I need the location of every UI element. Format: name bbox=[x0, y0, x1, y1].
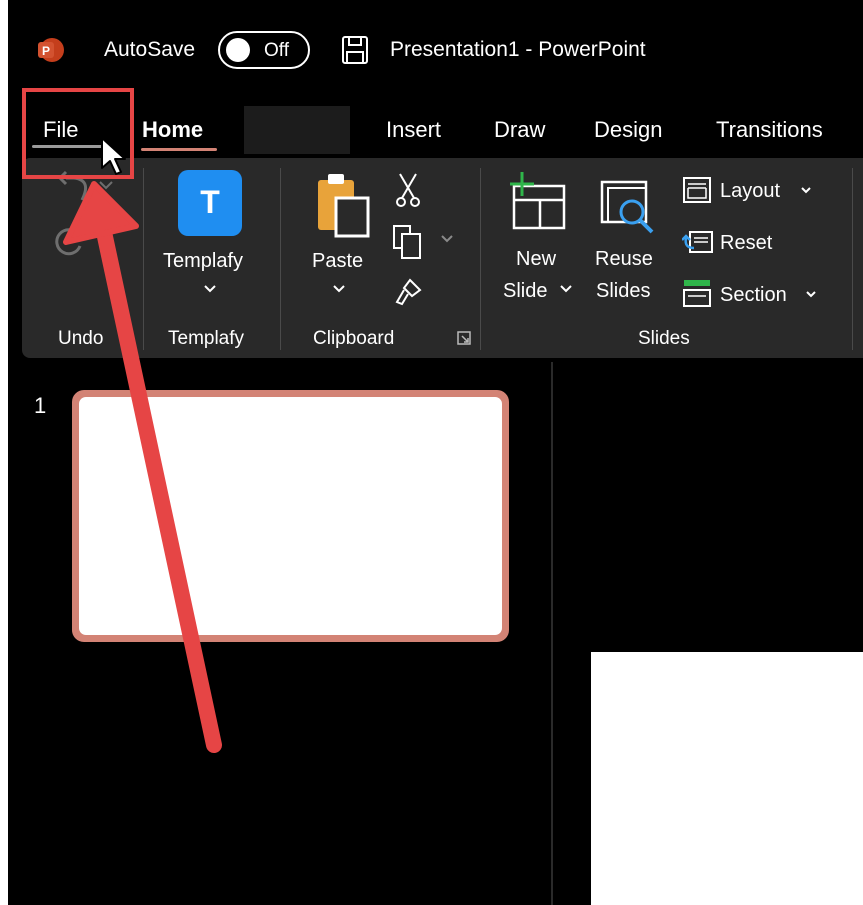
reset-icon[interactable] bbox=[682, 228, 714, 256]
panel-divider[interactable] bbox=[551, 362, 553, 905]
slide-thumbnail-canvas bbox=[79, 397, 502, 635]
dialog-launcher-icon[interactable] bbox=[456, 330, 472, 346]
ribbon-separator bbox=[143, 168, 144, 350]
tab-home[interactable]: Home bbox=[142, 117, 203, 143]
ribbon-separator bbox=[480, 168, 481, 350]
autosave-toggle[interactable]: Off bbox=[218, 31, 310, 69]
group-label-slides: Slides bbox=[638, 328, 690, 349]
copy-icon[interactable] bbox=[392, 222, 456, 262]
tab-insert[interactable]: Insert bbox=[386, 117, 441, 143]
powerpoint-window: P AutoSave Off Presentation1 - PowerPoin… bbox=[8, 0, 863, 905]
new-slide-label-2[interactable]: Slide bbox=[503, 280, 547, 303]
chevron-down-icon[interactable] bbox=[800, 186, 812, 196]
svg-text:P: P bbox=[42, 44, 50, 58]
mouse-cursor-icon bbox=[101, 137, 126, 175]
title-bar: P AutoSave Off Presentation1 - PowerPoin… bbox=[8, 0, 863, 98]
slide-number: 1 bbox=[34, 393, 47, 418]
ribbon-separator bbox=[280, 168, 281, 350]
format-painter-icon[interactable] bbox=[394, 276, 424, 306]
templafy-icon[interactable]: T bbox=[178, 170, 242, 236]
templafy-icon-letter: T bbox=[200, 184, 220, 220]
autosave-state: Off bbox=[264, 40, 289, 61]
cut-icon[interactable] bbox=[394, 172, 422, 208]
layout-button-label[interactable]: Layout bbox=[720, 180, 780, 203]
powerpoint-logo-icon: P bbox=[38, 38, 64, 62]
chevron-down-icon[interactable] bbox=[332, 284, 346, 294]
document-title: Presentation1 - PowerPoint bbox=[390, 38, 646, 61]
chevron-down-icon[interactable] bbox=[559, 284, 573, 294]
new-slide-icon[interactable] bbox=[506, 170, 570, 234]
group-label-templafy: Templafy bbox=[168, 328, 245, 349]
layout-icon[interactable] bbox=[682, 176, 712, 204]
redacted-tab bbox=[244, 106, 350, 154]
ribbon-separator bbox=[852, 168, 853, 350]
section-button-label[interactable]: Section bbox=[720, 284, 787, 307]
slide-editing-canvas[interactable] bbox=[591, 652, 863, 905]
templafy-button-label[interactable]: Templafy bbox=[163, 250, 243, 273]
new-slide-label-1[interactable]: New bbox=[516, 248, 556, 271]
slide-thumbnail[interactable] bbox=[72, 390, 509, 642]
autosave-label: AutoSave bbox=[104, 38, 196, 61]
tab-transitions[interactable]: Transitions bbox=[716, 117, 823, 143]
redo-icon[interactable] bbox=[50, 220, 90, 260]
save-icon[interactable] bbox=[341, 35, 369, 65]
reset-button-label[interactable]: Reset bbox=[720, 232, 772, 255]
toggle-knob bbox=[226, 38, 250, 62]
chevron-down-icon[interactable] bbox=[203, 284, 217, 294]
group-label-undo: Undo bbox=[58, 328, 104, 349]
tab-design[interactable]: Design bbox=[594, 117, 662, 143]
paste-button-label[interactable]: Paste bbox=[312, 250, 363, 273]
reuse-slides-label-1[interactable]: Reuse bbox=[595, 248, 653, 271]
group-label-clipboard: Clipboard bbox=[313, 328, 395, 349]
reuse-slides-label-2[interactable]: Slides bbox=[596, 280, 650, 303]
reuse-slides-icon[interactable] bbox=[598, 176, 662, 240]
section-icon[interactable] bbox=[682, 278, 712, 308]
active-tab-underline bbox=[141, 148, 217, 151]
chevron-down-icon[interactable] bbox=[805, 290, 817, 300]
paste-icon[interactable] bbox=[314, 172, 374, 240]
tab-draw[interactable]: Draw bbox=[494, 117, 545, 143]
